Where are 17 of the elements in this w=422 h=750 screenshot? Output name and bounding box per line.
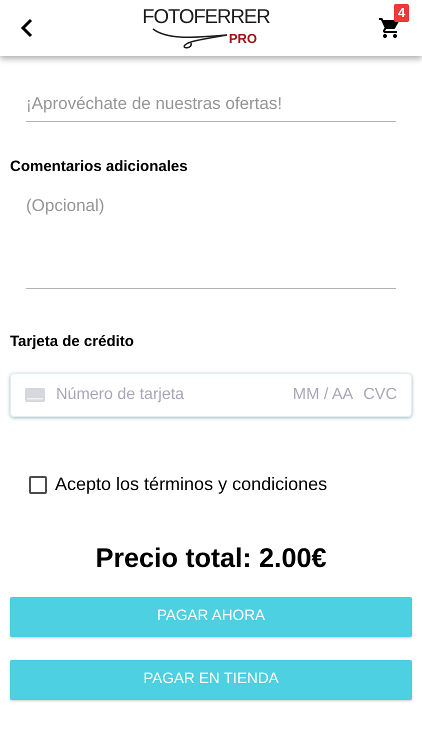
- back-icon[interactable]: [20, 18, 34, 38]
- pay-button[interactable]: PAGAR EN TIENDA: [10, 660, 412, 700]
- card-icon: [25, 388, 45, 402]
- logo: FOTOFERRER PRO: [141, 5, 271, 51]
- card-field[interactable]: Número de tarjeta MM / AA CVC: [10, 373, 412, 417]
- expiry-placeholder: MM / AA: [292, 385, 354, 405]
- terms-label: Acepto los términos y condiciones: [55, 473, 328, 496]
- terms-checkbox[interactable]: [29, 476, 47, 494]
- section-label: Comentarios adicionales: [10, 157, 189, 177]
- cart-count-badge: 4: [394, 4, 410, 22]
- comments-field[interactable]: (Opcional): [26, 192, 396, 288]
- total-price: Precio total: 2.00€: [94, 542, 328, 575]
- pay-button[interactable]: PAGAR AHORA: [10, 596, 412, 636]
- section-label: Tarjeta de crédito: [10, 332, 135, 352]
- cvc-placeholder: CVC: [363, 385, 397, 405]
- card-number-placeholder: Número de tarjeta: [56, 385, 186, 405]
- promo-code-field[interactable]: ¡Aprovéchate de nuestras ofertas!: [26, 86, 396, 122]
